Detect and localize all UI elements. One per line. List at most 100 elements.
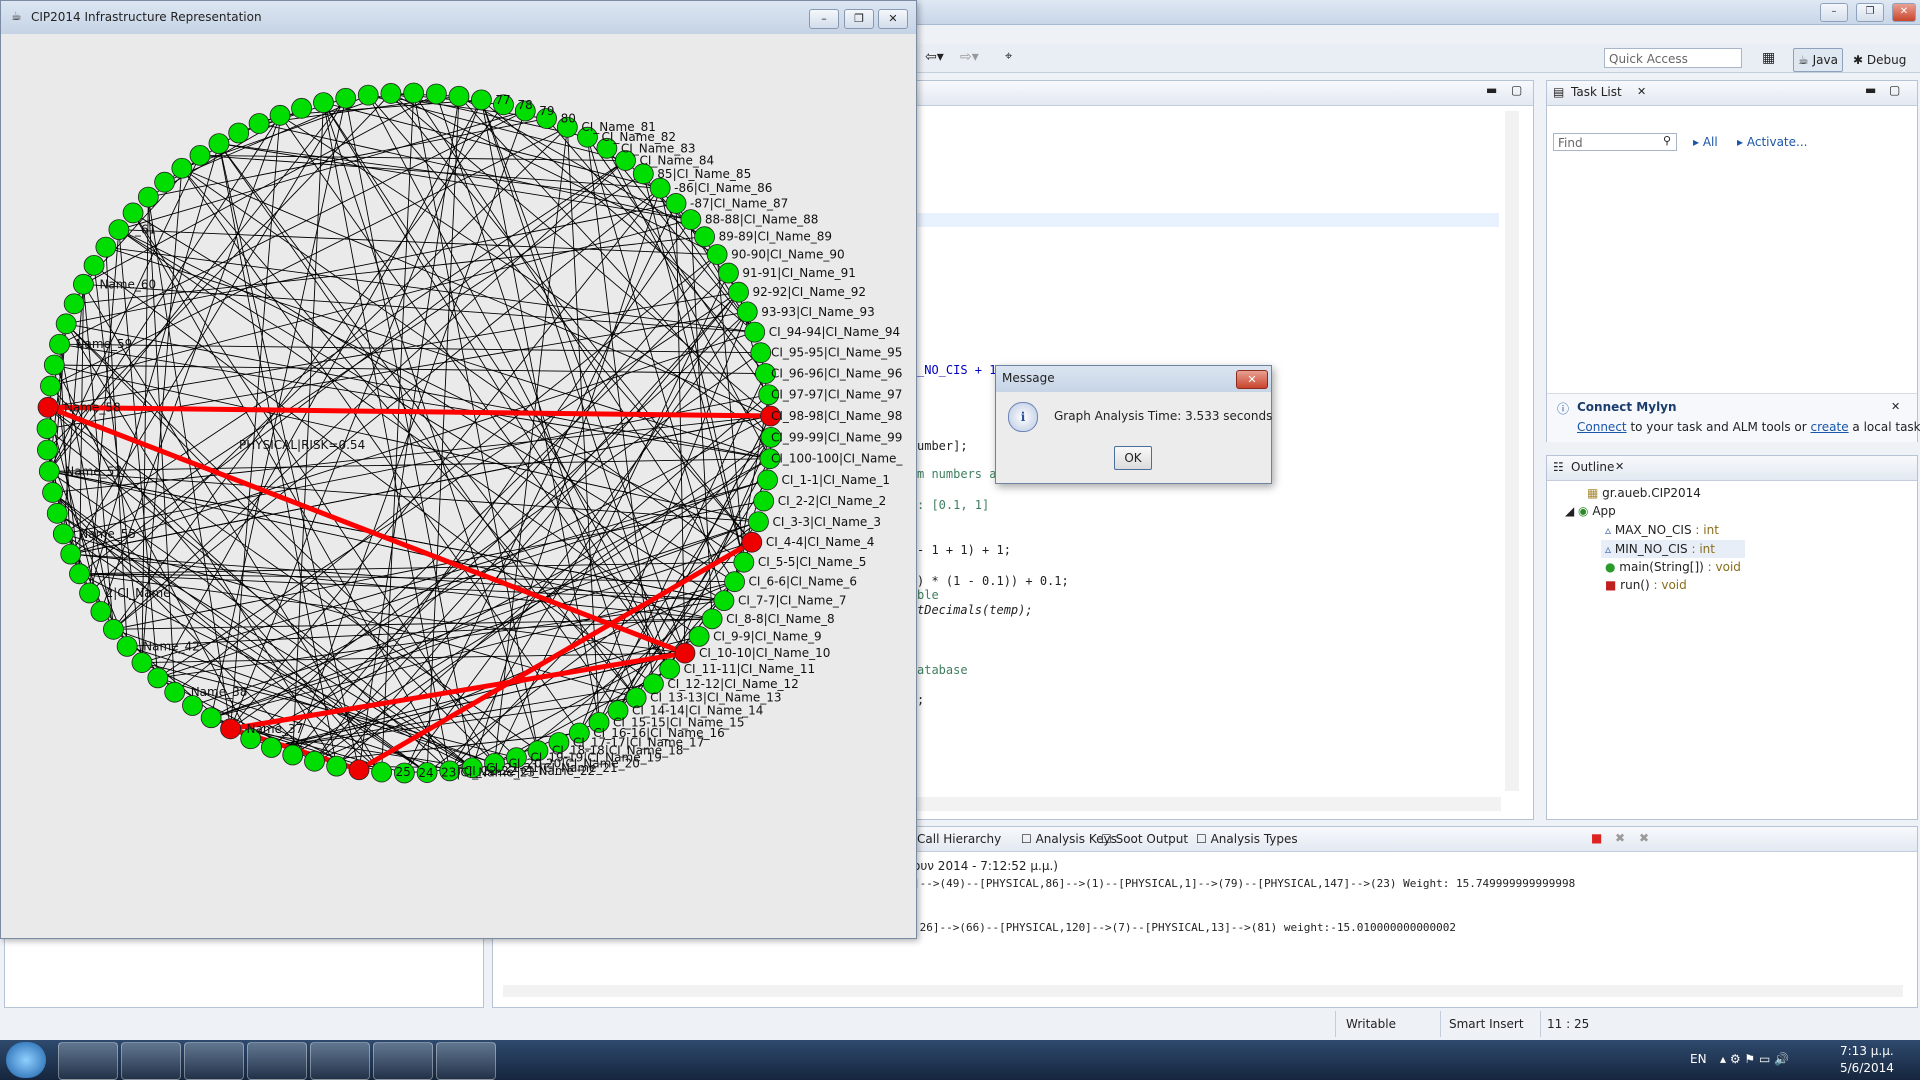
graph-node[interactable] xyxy=(69,563,90,585)
outline-tab[interactable]: Outline xyxy=(1571,460,1614,474)
graph-node[interactable] xyxy=(37,439,58,461)
graph-node[interactable] xyxy=(248,113,270,134)
outline-member[interactable]: ● main(String[]) : void xyxy=(1605,560,1741,574)
graph-node[interactable] xyxy=(79,582,100,604)
critical-node[interactable] xyxy=(37,396,59,418)
outline-member[interactable]: ▵ MIN_NO_CIS : int xyxy=(1601,540,1745,558)
graph-node[interactable] xyxy=(718,262,739,284)
graph-node[interactable] xyxy=(313,92,334,114)
message-dialog-title-bar[interactable]: Message ✕ xyxy=(996,366,1271,392)
graph-node[interactable] xyxy=(42,482,63,503)
graph-node[interactable] xyxy=(73,273,94,295)
graph-node[interactable] xyxy=(208,133,230,155)
clock-date[interactable]: 5/6/2014 xyxy=(1840,1061,1894,1075)
skype-taskbar-icon[interactable] xyxy=(247,1042,307,1080)
graph-node[interactable] xyxy=(269,104,291,126)
graph-node[interactable] xyxy=(103,618,124,640)
outline-member[interactable]: ■ run() : void xyxy=(1605,578,1687,592)
debug-perspective-button[interactable]: ✱ Debug xyxy=(1848,48,1911,72)
maximize-view-icon[interactable]: ▢ xyxy=(1889,83,1900,97)
tab-soot-output[interactable]: ☐ Soot Output xyxy=(1101,832,1188,846)
graph-node[interactable] xyxy=(200,707,222,729)
graph-node[interactable] xyxy=(701,608,723,630)
explorer-taskbar-icon[interactable] xyxy=(58,1042,118,1080)
graph-node[interactable] xyxy=(688,625,710,647)
graph-node[interactable] xyxy=(108,219,130,241)
java-taskbar-icon[interactable] xyxy=(436,1042,496,1080)
graph-node[interactable] xyxy=(326,755,348,777)
graph-node[interactable] xyxy=(425,83,447,105)
graph-node[interactable] xyxy=(357,84,379,106)
graph-node[interactable] xyxy=(728,281,749,303)
graph-node[interactable] xyxy=(724,571,745,593)
outline-package[interactable]: ▦ gr.aueb.CIP2014 xyxy=(1587,486,1701,500)
graph-node[interactable] xyxy=(261,737,282,758)
media-player-taskbar-icon[interactable] xyxy=(121,1042,181,1080)
outline-member[interactable]: ▵ MAX_NO_CIS : int xyxy=(1605,523,1719,537)
outline-class[interactable]: ◢ ◉ App xyxy=(1565,504,1616,518)
clock-time[interactable]: 7:13 μ.μ. xyxy=(1840,1044,1894,1058)
graph-node[interactable] xyxy=(189,144,211,166)
critical-node[interactable] xyxy=(741,531,763,553)
graph-node[interactable] xyxy=(680,209,702,231)
chrome-taskbar-icon[interactable] xyxy=(184,1042,244,1080)
maximize-view-icon[interactable]: ▢ xyxy=(1511,83,1522,97)
graph-node[interactable] xyxy=(291,97,312,119)
critical-node[interactable] xyxy=(674,642,696,664)
graph-node[interactable] xyxy=(40,375,61,397)
terminate-icon[interactable]: ■ xyxy=(1591,831,1602,845)
graph-node[interactable] xyxy=(46,502,68,524)
graph-node[interactable] xyxy=(750,342,772,364)
eclipse-taskbar-icon[interactable] xyxy=(310,1042,370,1080)
graph-node[interactable] xyxy=(122,202,144,224)
graph-node[interactable] xyxy=(733,551,755,573)
graph-node[interactable] xyxy=(137,186,159,208)
graph-node[interactable] xyxy=(304,750,325,772)
remove-all-icon[interactable]: ✖ xyxy=(1639,831,1649,845)
graph-node[interactable] xyxy=(38,460,60,482)
activate-link[interactable]: ▸ Activate... xyxy=(1737,135,1807,149)
java-perspective-button[interactable]: ☕ Java xyxy=(1793,48,1843,72)
close-button[interactable]: ✕ xyxy=(878,9,908,29)
graph-node[interactable] xyxy=(753,490,775,512)
graph-node[interactable] xyxy=(380,83,402,104)
pin-icon[interactable]: ⌖ xyxy=(1005,49,1012,64)
tab-analysis-types[interactable]: ☐ Analysis Types xyxy=(1196,832,1298,846)
graph-node[interactable] xyxy=(36,418,58,440)
graph-node[interactable] xyxy=(371,761,393,783)
create-link[interactable]: create xyxy=(1811,420,1849,434)
graph-node[interactable] xyxy=(49,333,70,355)
graph-node[interactable] xyxy=(52,523,74,545)
graph-node[interactable] xyxy=(694,226,715,248)
close-button[interactable]: ✕ xyxy=(1892,3,1916,22)
open-perspective-icon[interactable]: ▦ xyxy=(1762,50,1775,66)
minimize-view-icon[interactable]: ▬ xyxy=(1486,83,1497,97)
close-tab-icon[interactable]: ✕ xyxy=(1615,460,1624,473)
graph-node[interactable] xyxy=(63,293,85,315)
graph-node[interactable] xyxy=(470,89,492,111)
back-icon[interactable]: ⇦▾ xyxy=(925,49,944,65)
close-button[interactable]: ✕ xyxy=(1236,370,1268,389)
graph-node[interactable] xyxy=(154,171,176,193)
graph-node[interactable] xyxy=(55,313,77,335)
graph-node[interactable] xyxy=(95,236,117,258)
console-horizontal-scrollbar[interactable] xyxy=(503,985,1903,997)
graph-window-title-bar[interactable]: ☕ CIP2014 Infrastructure Representation … xyxy=(1,1,916,34)
maximize-button[interactable]: ❐ xyxy=(844,9,874,29)
graph-canvas[interactable]: 77 78 7980CI_Name_81CI_Name_82CI_Name_83CI… xyxy=(9,41,909,931)
graph-node[interactable] xyxy=(147,667,169,689)
graph-node[interactable] xyxy=(736,301,758,323)
maximize-button[interactable]: ❐ xyxy=(1856,3,1884,22)
forward-icon[interactable]: ⇨▾ xyxy=(960,49,979,65)
graph-node[interactable] xyxy=(757,469,778,491)
close-icon[interactable]: ✕ xyxy=(1891,400,1900,413)
close-tab-icon[interactable]: ✕ xyxy=(1637,85,1646,98)
graph-node[interactable] xyxy=(748,511,769,533)
critical-node[interactable] xyxy=(348,759,370,781)
graph-node[interactable] xyxy=(131,652,153,673)
minimize-view-icon[interactable]: ▬ xyxy=(1865,83,1876,97)
all-filter-link[interactable]: ▸ All xyxy=(1693,135,1718,149)
graph-node[interactable] xyxy=(706,244,728,265)
language-indicator[interactable]: EN xyxy=(1690,1052,1707,1066)
expand-arrow-icon[interactable]: ◢ xyxy=(1565,504,1578,518)
